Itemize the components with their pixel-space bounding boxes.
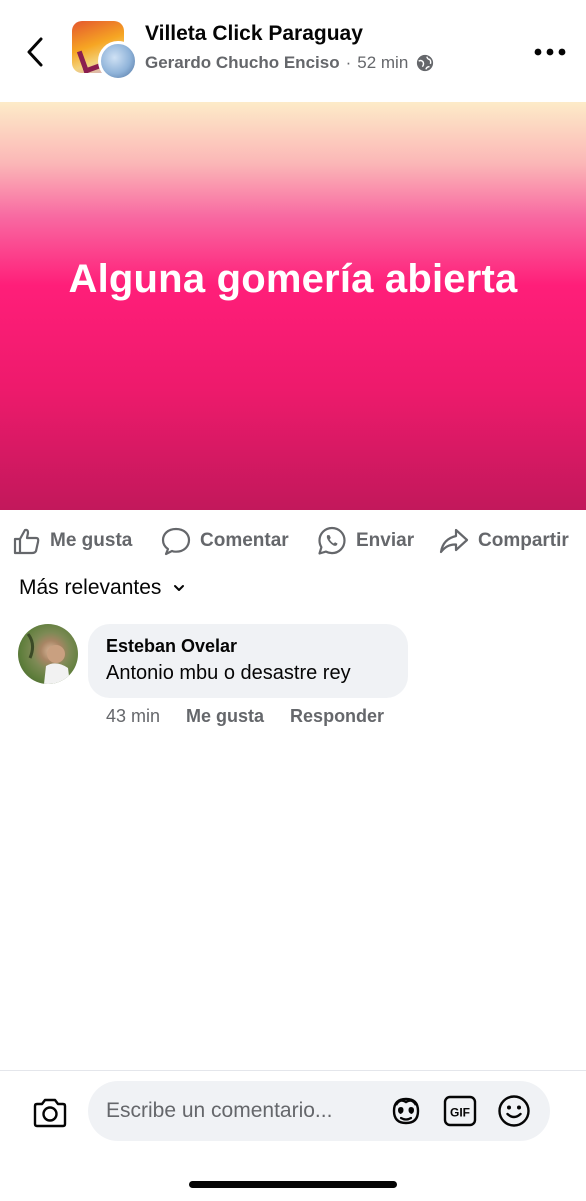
send-label: Enviar (356, 530, 415, 551)
camera-button[interactable] (30, 1093, 70, 1133)
gif-button[interactable]: GIF (442, 1093, 478, 1129)
share-arrow-icon (439, 528, 469, 554)
share-label: Compartir (478, 530, 569, 551)
comment-bubble: Esteban Ovelar Antonio mbu o desastre re… (88, 624, 408, 698)
comment-input[interactable] (106, 1081, 376, 1141)
comment-input-container: GIF (88, 1081, 550, 1141)
more-dots-icon (534, 48, 566, 56)
sort-label: Más relevantes (19, 576, 162, 599)
gif-icon: GIF (443, 1095, 477, 1127)
like-label: Me gusta (50, 530, 133, 551)
commenter-avatar[interactable] (18, 624, 78, 684)
post-header: Villeta Click Paraguay Gerardo Chucho En… (0, 0, 586, 102)
post-actions: Me gusta Comentar Enviar Compartir (0, 512, 586, 568)
meta-separator: · (345, 53, 352, 72)
share-button[interactable]: Compartir (438, 524, 569, 558)
post-background: Alguna gomería abierta (0, 102, 586, 510)
group-avatar[interactable] (72, 21, 138, 81)
emoji-button[interactable] (496, 1093, 532, 1129)
thumbs-up-icon (13, 528, 40, 555)
comment-text: Antonio mbu o desastre rey (106, 662, 351, 684)
comment-bubble-icon (161, 527, 191, 556)
like-button[interactable]: Me gusta (12, 524, 132, 558)
camera-icon (33, 1098, 67, 1128)
comment-reply-button[interactable]: Responder (290, 706, 384, 727)
more-options-button[interactable] (530, 40, 570, 64)
comment-meta: 43 min Me gusta Responder (106, 706, 410, 727)
comment-like-button[interactable]: Me gusta (186, 706, 264, 727)
post-time[interactable]: 52 min (357, 53, 408, 73)
comments-sort-dropdown[interactable]: Más relevantes (19, 576, 185, 600)
comment-label: Comentar (200, 530, 289, 551)
avatar-sticker-button[interactable] (388, 1093, 424, 1129)
smiley-icon (498, 1095, 530, 1127)
globe-icon (417, 54, 434, 72)
svg-text:GIF: GIF (450, 1106, 470, 1120)
home-indicator (189, 1181, 397, 1188)
chevron-down-icon (174, 585, 185, 591)
author-name[interactable]: Gerardo Chucho Enciso (145, 53, 340, 73)
post-meta: Gerardo Chucho Enciso · 52 min (145, 53, 434, 73)
back-button[interactable] (18, 32, 52, 72)
whatsapp-icon (318, 526, 346, 555)
send-button[interactable]: Enviar (316, 524, 414, 558)
author-avatar (98, 41, 138, 81)
group-name[interactable]: Villeta Click Paraguay (145, 22, 363, 46)
person-photo-icon (26, 633, 70, 684)
commenter-name[interactable]: Esteban Ovelar (106, 636, 237, 657)
comment-time: 43 min (106, 706, 161, 726)
chevron-left-icon (27, 37, 43, 67)
comment-button[interactable]: Comentar (160, 524, 289, 558)
post-text: Alguna gomería abierta (68, 257, 518, 301)
avatar-sticker-icon (392, 1097, 420, 1125)
